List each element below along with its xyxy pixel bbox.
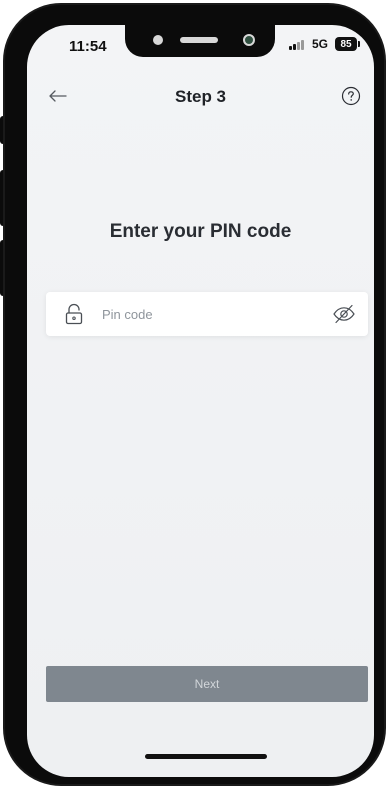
- phone-screen: 11:54 5G 85 Step 3 Enter your PIN code N…: [27, 25, 374, 777]
- home-indicator: [145, 754, 267, 759]
- front-camera: [243, 34, 255, 46]
- battery-level: 85: [340, 38, 352, 50]
- earpiece-speaker: [180, 37, 218, 43]
- sensor-dot: [153, 35, 163, 45]
- status-time: 11:54: [69, 38, 107, 55]
- lock-icon: [65, 303, 83, 325]
- eye-off-icon: [333, 304, 355, 324]
- help-button[interactable]: [340, 85, 362, 107]
- battery-icon: 85: [335, 37, 357, 51]
- pin-code-field: [46, 292, 368, 336]
- header: Step 3: [27, 79, 374, 115]
- notch: [125, 25, 275, 57]
- network-type: 5G: [312, 37, 329, 51]
- status-bar: 11:54 5G 85: [27, 25, 374, 69]
- phone-frame: 11:54 5G 85 Step 3 Enter your PIN code N…: [3, 3, 386, 786]
- pin-code-input[interactable]: [102, 292, 322, 336]
- battery-tip: [358, 41, 360, 47]
- toggle-visibility-button[interactable]: [332, 303, 356, 325]
- pin-heading: Enter your PIN code: [109, 221, 292, 242]
- next-button[interactable]: Next: [46, 666, 368, 702]
- page-title: Step 3: [174, 87, 227, 106]
- signal-icon: [289, 40, 304, 50]
- question-circle-icon: [341, 86, 361, 106]
